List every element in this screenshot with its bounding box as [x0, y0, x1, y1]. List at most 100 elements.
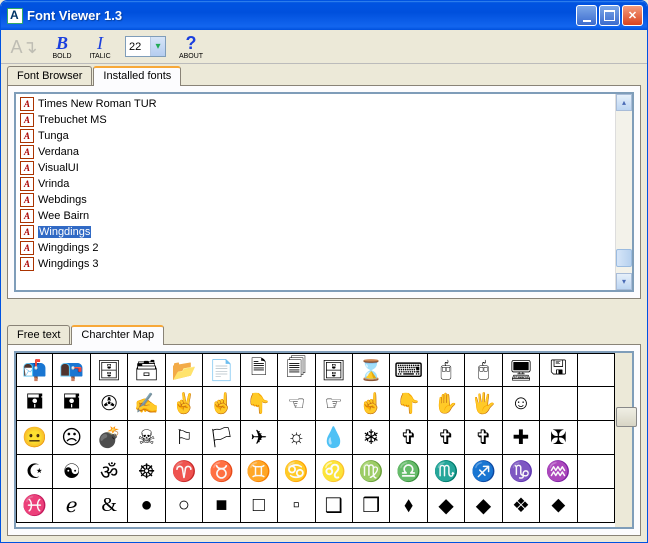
- char-cell[interactable]: ❑: [316, 489, 353, 523]
- char-cell[interactable]: ◆: [428, 489, 465, 523]
- font-row[interactable]: AVerdana: [18, 144, 613, 160]
- about-button[interactable]: ? ABOUT: [174, 31, 208, 63]
- char-cell[interactable]: ♒: [540, 455, 577, 489]
- char-cell[interactable]: ♏: [428, 455, 465, 489]
- font-row[interactable]: ATimes New Roman TUR: [18, 96, 613, 112]
- char-cell[interactable]: ✇: [91, 387, 128, 421]
- char-cell[interactable]: ♈: [166, 455, 203, 489]
- char-cell[interactable]: ❖: [503, 489, 540, 523]
- char-cell[interactable]: [578, 353, 615, 387]
- char-cell[interactable]: ✞: [390, 421, 427, 455]
- char-cell[interactable]: ⚐: [166, 421, 203, 455]
- char-cell[interactable]: ⌛: [353, 353, 390, 387]
- char-cell[interactable]: ❄: [353, 421, 390, 455]
- char-cell[interactable]: 📂: [166, 353, 203, 387]
- char-cell[interactable]: 🗃: [128, 353, 165, 387]
- char-cell[interactable]: [540, 387, 577, 421]
- char-cell[interactable]: 🗄: [91, 353, 128, 387]
- char-cell[interactable]: 👇: [241, 387, 278, 421]
- tab-character-map[interactable]: Charchter Map: [71, 325, 164, 345]
- font-row[interactable]: AWebdings: [18, 192, 613, 208]
- char-cell[interactable]: ℯ: [53, 489, 90, 523]
- char-cell[interactable]: ☯: [53, 455, 90, 489]
- char-cell[interactable]: 🖬: [53, 387, 90, 421]
- char-cell[interactable]: &: [91, 489, 128, 523]
- charmap-slider-handle[interactable]: [616, 407, 637, 427]
- font-row[interactable]: AWingdings: [18, 224, 613, 240]
- font-size-combo[interactable]: [125, 36, 166, 57]
- tab-free-text[interactable]: Free text: [7, 325, 70, 344]
- close-button[interactable]: [622, 5, 643, 26]
- minimize-button[interactable]: [576, 5, 597, 26]
- char-cell[interactable]: [578, 387, 615, 421]
- char-cell[interactable]: ☸: [128, 455, 165, 489]
- char-cell[interactable]: 👇: [390, 387, 427, 421]
- char-cell[interactable]: 🖥: [503, 353, 540, 387]
- char-cell[interactable]: 🏳: [203, 421, 240, 455]
- scroll-down-button[interactable]: ▾: [616, 273, 632, 290]
- char-cell[interactable]: ◆: [465, 489, 502, 523]
- char-cell[interactable]: ♍: [353, 455, 390, 489]
- char-cell[interactable]: 🗎: [241, 353, 278, 387]
- char-cell[interactable]: ♎: [390, 455, 427, 489]
- char-cell[interactable]: ♑: [503, 455, 540, 489]
- char-cell[interactable]: ■: [203, 489, 240, 523]
- char-cell[interactable]: ☝: [203, 387, 240, 421]
- tab-font-browser[interactable]: Font Browser: [7, 66, 92, 85]
- char-cell[interactable]: ●: [128, 489, 165, 523]
- char-cell[interactable]: 📬: [16, 353, 53, 387]
- scroll-up-button[interactable]: ▴: [616, 94, 632, 111]
- italic-button[interactable]: I ITALIC: [83, 31, 117, 63]
- char-cell[interactable]: ☞: [316, 387, 353, 421]
- char-cell[interactable]: ☝: [353, 387, 390, 421]
- char-cell[interactable]: ☼: [278, 421, 315, 455]
- char-cell[interactable]: 🖐: [465, 387, 502, 421]
- char-cell[interactable]: ✈: [241, 421, 278, 455]
- char-cell[interactable]: □: [241, 489, 278, 523]
- char-cell[interactable]: ✠: [540, 421, 577, 455]
- char-cell[interactable]: 🗐: [278, 353, 315, 387]
- scroll-track[interactable]: [616, 111, 632, 273]
- char-cell[interactable]: ✌: [166, 387, 203, 421]
- scroll-thumb[interactable]: [616, 249, 632, 267]
- char-cell[interactable]: [578, 421, 615, 455]
- char-cell[interactable]: ○: [166, 489, 203, 523]
- font-row[interactable]: ATrebuchet MS: [18, 112, 613, 128]
- char-cell[interactable]: ♌: [316, 455, 353, 489]
- font-row[interactable]: AVrinda: [18, 176, 613, 192]
- font-size-input[interactable]: [126, 41, 150, 53]
- tab-installed-fonts[interactable]: Installed fonts: [93, 66, 181, 86]
- char-cell[interactable]: ✍: [128, 387, 165, 421]
- maximize-button[interactable]: [599, 5, 620, 26]
- char-cell[interactable]: [578, 455, 615, 489]
- charmap-slider-track[interactable]: [615, 353, 632, 527]
- char-cell[interactable]: ♐: [465, 455, 502, 489]
- bold-button[interactable]: B BOLD: [45, 31, 79, 63]
- char-cell[interactable]: [578, 489, 615, 523]
- char-cell[interactable]: 🖬: [16, 387, 53, 421]
- char-cell[interactable]: ॐ: [91, 455, 128, 489]
- char-cell[interactable]: ⬥: [540, 489, 577, 523]
- char-cell[interactable]: ♋: [278, 455, 315, 489]
- char-cell[interactable]: 📭: [53, 353, 90, 387]
- font-row[interactable]: AWee Bairn: [18, 208, 613, 224]
- char-cell[interactable]: 📄: [203, 353, 240, 387]
- char-cell[interactable]: 🖰: [465, 353, 502, 387]
- char-cell[interactable]: 💣: [91, 421, 128, 455]
- char-cell[interactable]: ▫: [278, 489, 315, 523]
- char-cell[interactable]: ♓: [16, 489, 53, 523]
- font-row[interactable]: AVisualUI: [18, 160, 613, 176]
- char-cell[interactable]: ✞: [428, 421, 465, 455]
- char-cell[interactable]: ⌨: [390, 353, 427, 387]
- char-cell[interactable]: ☺: [503, 387, 540, 421]
- font-list[interactable]: ATimes New Roman TURATrebuchet MSATungaA…: [16, 94, 615, 290]
- char-cell[interactable]: 💧: [316, 421, 353, 455]
- char-cell[interactable]: ☜: [278, 387, 315, 421]
- char-cell[interactable]: ☠: [128, 421, 165, 455]
- font-row[interactable]: ATunga: [18, 128, 613, 144]
- char-cell[interactable]: 🖰: [428, 353, 465, 387]
- font-row[interactable]: AWingdings 2: [18, 240, 613, 256]
- char-cell[interactable]: ⬧: [390, 489, 427, 523]
- font-list-scrollbar[interactable]: ▴ ▾: [615, 94, 632, 290]
- char-cell[interactable]: ✋: [428, 387, 465, 421]
